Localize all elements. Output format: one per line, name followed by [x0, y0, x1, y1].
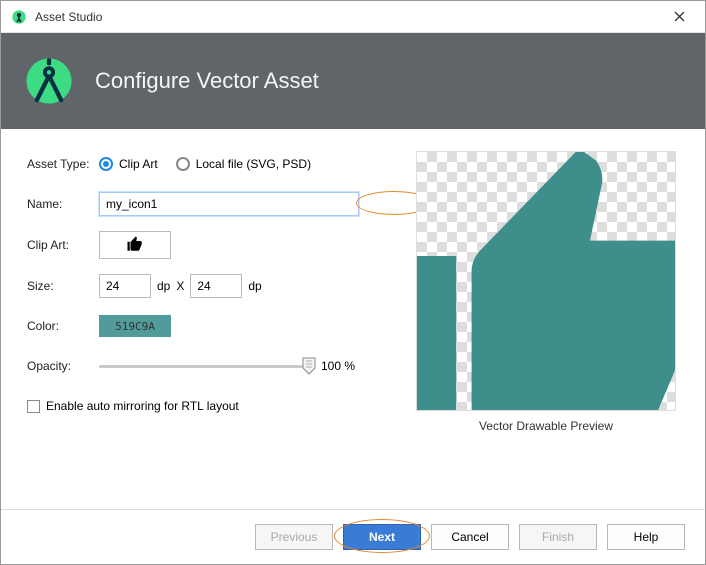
name-label: Name:	[27, 197, 99, 211]
clipart-picker-button[interactable]	[99, 231, 171, 259]
opacity-label: Opacity:	[27, 359, 99, 373]
finish-button[interactable]: Finish	[519, 524, 597, 550]
radio-clip-art[interactable]: Clip Art	[99, 157, 158, 171]
thumb-up-icon	[417, 152, 675, 410]
window: Asset Studio Configure Vector Asset Asse…	[0, 0, 706, 565]
cancel-button[interactable]: Cancel	[431, 524, 509, 550]
next-button[interactable]: Next	[343, 524, 421, 550]
rtl-label: Enable auto mirroring for RTL layout	[46, 399, 239, 413]
name-input[interactable]	[99, 192, 359, 216]
asset-type-label: Asset Type:	[27, 157, 99, 171]
window-title: Asset Studio	[35, 10, 659, 24]
row-size: Size: dp X dp	[27, 273, 387, 299]
size-height-input[interactable]	[190, 274, 242, 298]
size-label: Size:	[27, 279, 99, 293]
radio-local-file-label: Local file (SVG, PSD)	[196, 157, 311, 171]
row-asset-type: Asset Type: Clip Art Local file (SVG, PS…	[27, 151, 387, 177]
radio-clip-art-label: Clip Art	[119, 157, 158, 171]
opacity-value-text: 100 %	[321, 359, 355, 373]
android-studio-icon	[23, 55, 75, 107]
close-button[interactable]	[659, 3, 699, 31]
preview-column: Vector Drawable Preview	[413, 151, 679, 499]
rtl-checkbox[interactable]: Enable auto mirroring for RTL layout	[27, 399, 239, 413]
clipart-label: Clip Art:	[27, 238, 99, 252]
radio-dot-icon	[176, 157, 190, 171]
slider-thumb-icon	[302, 357, 316, 375]
footer: Previous Next Cancel Finish Help	[1, 509, 705, 564]
size-unit-w: dp	[157, 279, 170, 293]
color-swatch[interactable]: 519C9A	[99, 315, 171, 337]
row-name: Name:	[27, 191, 387, 217]
opacity-slider[interactable]	[99, 357, 309, 375]
app-icon	[11, 9, 27, 25]
slider-track	[99, 365, 309, 368]
previous-button[interactable]: Previous	[255, 524, 333, 550]
size-width-input[interactable]	[99, 274, 151, 298]
row-opacity: Opacity: 100 %	[27, 353, 387, 379]
titlebar: Asset Studio	[1, 1, 705, 33]
radio-dot-icon	[99, 157, 113, 171]
radio-local-file[interactable]: Local file (SVG, PSD)	[176, 157, 311, 171]
form-column: Asset Type: Clip Art Local file (SVG, PS…	[27, 151, 387, 499]
checkbox-box-icon	[27, 400, 40, 413]
help-button[interactable]: Help	[607, 524, 685, 550]
size-sep: X	[176, 279, 184, 293]
preview-box	[416, 151, 676, 411]
size-unit-h: dp	[248, 279, 261, 293]
header: Configure Vector Asset	[1, 33, 705, 129]
header-title: Configure Vector Asset	[95, 68, 319, 94]
row-color: Color: 519C9A	[27, 313, 387, 339]
color-label: Color:	[27, 319, 99, 333]
preview-caption: Vector Drawable Preview	[479, 419, 613, 433]
row-rtl: Enable auto mirroring for RTL layout	[27, 393, 387, 419]
color-hex-text: 519C9A	[115, 320, 155, 333]
thumb-up-icon	[125, 235, 145, 256]
row-clipart: Clip Art:	[27, 231, 387, 259]
body: Asset Type: Clip Art Local file (SVG, PS…	[1, 129, 705, 509]
